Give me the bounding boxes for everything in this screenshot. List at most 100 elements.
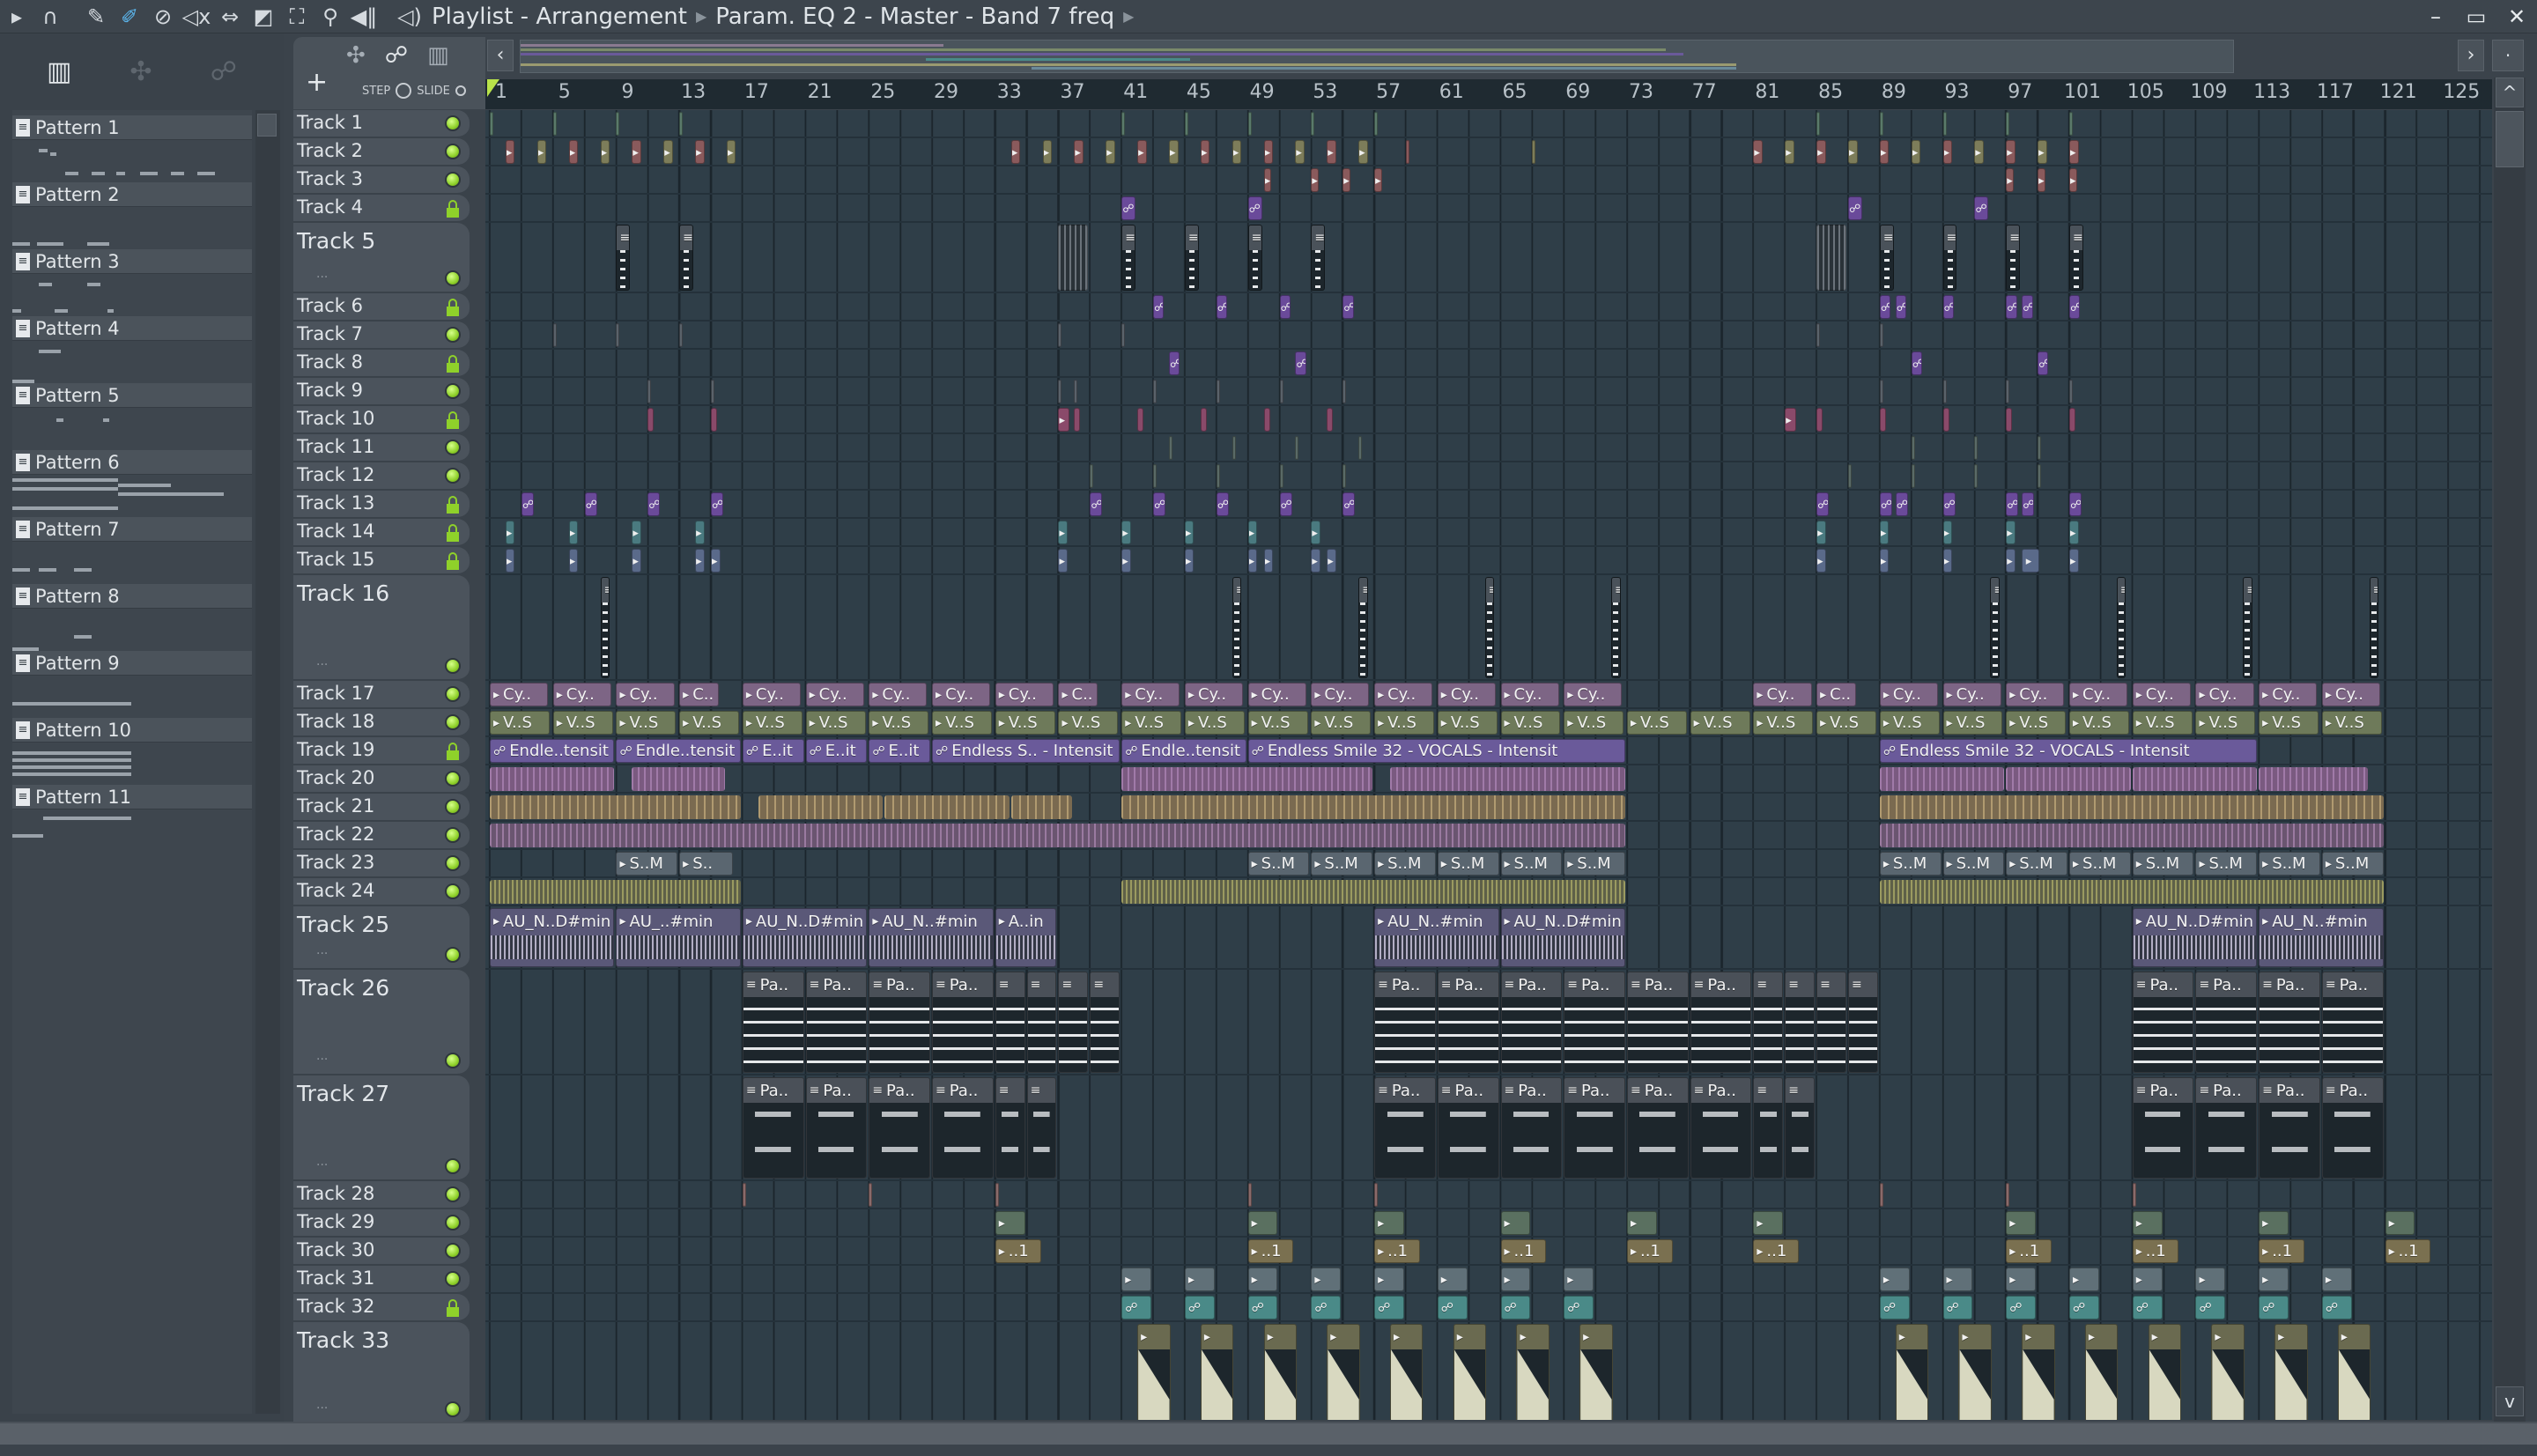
clip[interactable]: ☍ (1168, 351, 1180, 375)
clip-header[interactable]: ▸ (2007, 1212, 2035, 1234)
clip[interactable]: ≡ Pa.. (742, 1077, 804, 1179)
clip-header[interactable]: ▸ AU_..#min (617, 909, 739, 934)
clip[interactable]: ▸ (1137, 140, 1147, 164)
clip-header[interactable]: ▸ S.. (680, 853, 732, 875)
clip[interactable]: ▸ (695, 549, 705, 573)
clip-header[interactable]: ≡ (2007, 225, 2020, 250)
clip[interactable]: ▸ (1247, 549, 1258, 573)
clip[interactable]: ▸ (1121, 549, 1131, 573)
clip-header[interactable]: ≡ (1185, 225, 1198, 250)
clip-header[interactable]: ≡ Pa.. (1564, 972, 1624, 997)
clip[interactable] (1358, 436, 1363, 460)
clip[interactable] (2069, 380, 2073, 403)
clip[interactable]: ▸ AU_N..D#min (742, 908, 868, 967)
clip[interactable]: ▸ (1753, 1211, 1784, 1235)
clip[interactable]: ▸ (1058, 521, 1069, 544)
track-name[interactable]: Track 28 (297, 1183, 374, 1204)
audio-clip-icon[interactable]: ✣ (346, 42, 366, 69)
pattern-header[interactable]: ≡ Pattern 2 (12, 182, 252, 207)
clip-header[interactable]: ▸ (1375, 1268, 1403, 1290)
clip-header[interactable]: ▸ V..S (680, 712, 738, 734)
track-lane[interactable] (485, 110, 2492, 138)
clip[interactable]: ▸ Cy.. (1121, 683, 1180, 706)
clip[interactable]: ▸ (2337, 1324, 2371, 1420)
clip-header[interactable]: ▸ (1249, 1212, 1277, 1234)
clip-header[interactable]: ≡ (1612, 578, 1620, 602)
clip-header[interactable]: ▸ (2339, 1325, 2370, 1349)
clip[interactable]: ▸ (2069, 1268, 2099, 1291)
clip[interactable]: ▸ (1311, 549, 1320, 573)
clip[interactable] (1405, 140, 1409, 164)
clip[interactable]: ▸ V..S (490, 711, 550, 735)
track-header[interactable]: Track 8 (293, 350, 470, 378)
clip[interactable] (1942, 112, 1947, 136)
clip[interactable]: ≡ Pa.. (1690, 972, 1752, 1073)
clip[interactable]: ≡ (1990, 577, 2000, 678)
clip[interactable]: ▸ (1500, 1211, 1531, 1235)
clip[interactable]: ▸ (1879, 1268, 1910, 1291)
clip[interactable]: ≡ Pa.. (1374, 1077, 1436, 1179)
clip-header[interactable]: ≡ (2244, 578, 2252, 602)
clip-header[interactable]: ▸ A..in (996, 909, 1056, 934)
clip[interactable] (1879, 767, 2005, 791)
clip[interactable]: ▸ AU_N..#min (869, 908, 994, 967)
clip[interactable]: ▸ (1785, 140, 1794, 164)
clip[interactable]: ▸ S..M (2006, 852, 2067, 876)
track-enable-led[interactable] (445, 383, 461, 399)
track-name[interactable]: Track 26 (297, 975, 389, 1001)
clip[interactable]: ▸ V..S (1374, 711, 1434, 735)
clip[interactable]: ▸ Cy.. (552, 683, 611, 706)
clip[interactable]: ▸ (1121, 1268, 1152, 1291)
clip[interactable]: ▸ (2259, 1211, 2289, 1235)
clip[interactable] (1879, 880, 2384, 904)
track-lane[interactable] (485, 378, 2492, 406)
track-lane[interactable] (485, 822, 2492, 850)
clip[interactable] (758, 795, 884, 819)
clip-header[interactable]: ≡ Pa.. (1691, 972, 1751, 997)
clip-header[interactable]: ▸ S..M (1312, 853, 1372, 875)
clip[interactable] (1137, 408, 1144, 432)
clip-header[interactable]: ▸ (2196, 1268, 2224, 1290)
clip[interactable]: ≡ Pa.. (869, 1077, 931, 1179)
clip[interactable] (1216, 380, 1220, 403)
clip[interactable]: ☍ (521, 492, 534, 516)
clip-header[interactable]: ▸ Cy.. (2070, 684, 2126, 706)
clip[interactable]: ▸ S..M (1437, 852, 1499, 876)
clip-header[interactable]: ▸ (1944, 1268, 1972, 1290)
pattern-item[interactable]: ≡ Pattern 11 (12, 785, 252, 852)
clip[interactable] (1200, 408, 1207, 432)
clip-header[interactable]: ▸ Cy.. (1186, 684, 1242, 706)
track-name[interactable]: Track 12 (297, 464, 374, 485)
clip-header[interactable]: ▸ V..S (1564, 712, 1623, 734)
lock-icon[interactable] (447, 1299, 459, 1317)
scroll-right-button[interactable]: › (2458, 40, 2484, 71)
clip[interactable]: ▸ (1121, 521, 1131, 544)
clip[interactable]: ▸ V..S (805, 711, 866, 735)
clip[interactable]: ≡ (1753, 1077, 1784, 1179)
clip[interactable] (679, 323, 684, 347)
track-header[interactable]: Track 21 (293, 794, 470, 822)
clip[interactable] (1942, 408, 1949, 432)
clip[interactable]: ▸ V..S (932, 711, 992, 735)
clip[interactable]: ▸ (2132, 1211, 2163, 1235)
clip[interactable] (1247, 112, 1252, 136)
clip[interactable] (679, 112, 684, 136)
clip[interactable]: ▸ (1911, 140, 1921, 164)
clip[interactable]: ▸ Cy.. (1942, 683, 2001, 706)
pattern-scrollbar[interactable] (255, 110, 280, 1414)
clip[interactable]: ▸ ..1 (1626, 1239, 1673, 1263)
clip[interactable]: ☍ Endle..tensit (616, 739, 741, 763)
clip-header[interactable]: ▸ ..1 (1249, 1240, 1293, 1262)
clip[interactable]: ▸ ..1 (2385, 1239, 2431, 1263)
clip-header[interactable]: ▸ (1881, 1268, 1909, 1290)
select-tool-icon[interactable]: ⛶ (280, 0, 314, 33)
clip[interactable] (2069, 408, 2075, 432)
clip[interactable]: ▸ (1942, 140, 1953, 164)
clip[interactable]: ☍ (1911, 351, 1923, 375)
clip[interactable]: ☍ (584, 492, 597, 516)
clip-header[interactable]: ☍ (2007, 1297, 2035, 1319)
clip[interactable] (1121, 323, 1126, 347)
clip[interactable] (1168, 436, 1172, 460)
track-options-icon[interactable]: ... (316, 1398, 328, 1412)
clip[interactable]: ≡ Pa.. (2195, 972, 2258, 1073)
